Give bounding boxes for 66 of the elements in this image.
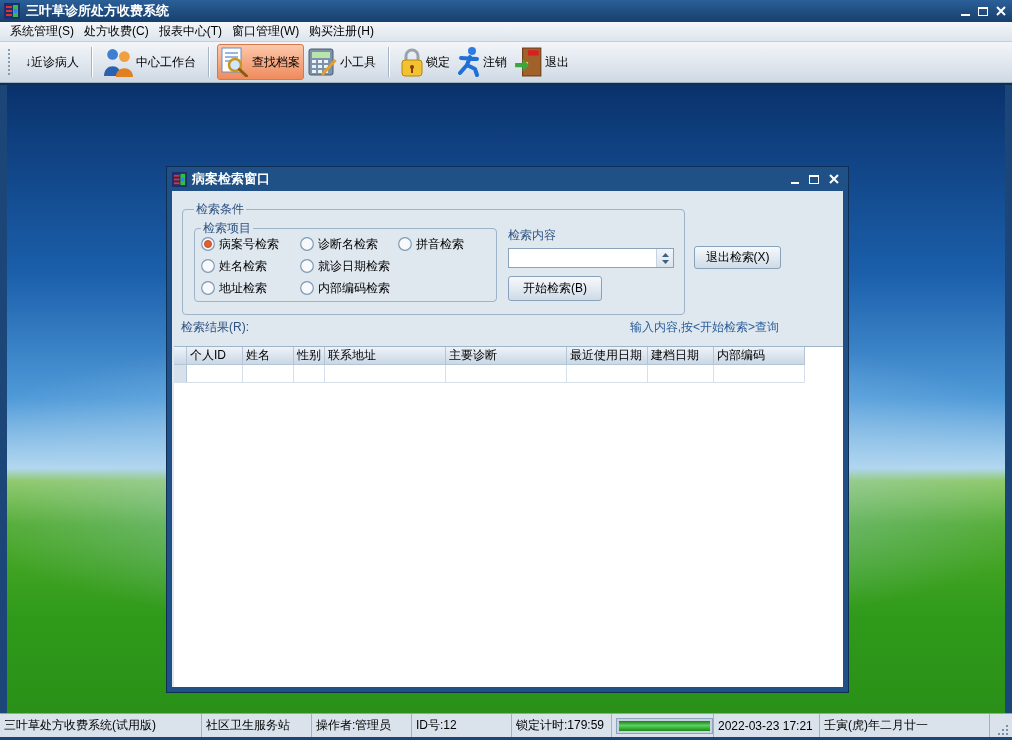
radio-option[interactable]: 姓名检索 — [201, 259, 300, 273]
column-header[interactable]: 姓名 — [243, 347, 294, 364]
exit-search-button[interactable]: 退出检索(X) — [694, 246, 781, 269]
minimize-icon — [791, 181, 799, 184]
maximize-icon — [978, 6, 988, 16]
menu-item[interactable]: 报表中心(T) — [153, 22, 227, 41]
close-button[interactable] — [829, 174, 839, 184]
calculator-icon — [308, 47, 337, 77]
status-text: 2022-03-23 17:21 — [718, 718, 813, 733]
window-title: 三叶草诊所处方收费系统 — [26, 2, 169, 20]
results-label: 检索结果(R): — [181, 320, 249, 334]
resize-grip-icon[interactable] — [998, 724, 1008, 735]
app-logo-icon — [172, 171, 187, 187]
maximize-icon — [809, 174, 819, 184]
radio-option[interactable]: 拼音检索 — [398, 237, 496, 251]
menu-item[interactable]: 系统管理(S) — [5, 22, 79, 41]
menu-item[interactable]: 窗口管理(W) — [227, 22, 305, 41]
status-text: 操作者:管理员 — [316, 717, 392, 734]
toolbar-button[interactable]: 锁定 — [397, 44, 454, 80]
search-content-field[interactable] — [508, 248, 674, 268]
status-text: 壬寅(虎)年二月廿一 — [824, 717, 928, 734]
column-header[interactable]: 内部编码 — [714, 347, 805, 364]
minimize-icon — [961, 13, 970, 16]
radio-option[interactable]: 就诊日期检索 — [300, 259, 398, 273]
column-header[interactable]: 个人ID — [187, 347, 243, 364]
toolbar-button[interactable]: 查找档案 — [217, 44, 304, 80]
close-icon — [829, 174, 839, 184]
maximize-button[interactable] — [809, 174, 819, 184]
app-logo-icon — [4, 3, 20, 19]
start-search-button[interactable]: 开始检索(B) — [508, 276, 602, 301]
menu-item[interactable]: 购买注册(H) — [304, 22, 379, 41]
group-label: 检索条件 — [195, 202, 245, 216]
close-button[interactable] — [996, 6, 1006, 16]
document-search-icon — [221, 47, 249, 77]
status-text: 三叶草处方收费系统(试用版) — [4, 717, 156, 734]
radio-option[interactable]: 地址检索 — [201, 281, 300, 295]
menu-item[interactable]: 处方收费(C) — [79, 22, 154, 41]
dialog-title: 病案检索窗口 — [192, 170, 270, 188]
group-label: 检索项目 — [202, 221, 252, 235]
close-icon — [996, 6, 1006, 16]
up-down-arrows-icon — [661, 252, 669, 264]
column-header[interactable]: 建档日期 — [648, 347, 714, 364]
status-text: 社区卫生服务站 — [206, 717, 290, 734]
hint-text: 输入内容,按<开始检索>查询 — [629, 320, 779, 334]
search-content-label: 检索内容 — [508, 228, 556, 242]
toolbar-button[interactable]: ↓近诊病人 — [21, 44, 83, 80]
toolbar-button[interactable]: 中心工作台 — [100, 44, 200, 80]
maximize-button[interactable] — [978, 6, 988, 16]
people-icon — [104, 47, 133, 77]
column-header[interactable]: 性别 — [294, 347, 325, 364]
padlock-icon — [401, 47, 423, 77]
status-text: ID号:12 — [416, 717, 457, 734]
toolbar-button[interactable]: 退出 — [511, 44, 573, 80]
column-header[interactable]: 最近使用日期 — [567, 347, 648, 364]
column-header[interactable]: 联系地址 — [325, 347, 446, 364]
running-person-icon — [458, 47, 480, 77]
spin-button[interactable] — [656, 249, 673, 267]
toolbar-button[interactable]: 小工具 — [304, 44, 380, 80]
radio-option[interactable]: 病案号检索 — [201, 237, 300, 251]
radio-option[interactable]: 诊断名检索 — [300, 237, 398, 251]
radio-option[interactable]: 内部编码检索 — [300, 281, 398, 295]
column-header[interactable]: 主要诊断 — [446, 347, 567, 364]
exit-door-icon — [515, 47, 542, 77]
toolbar-button[interactable]: 注销 — [454, 44, 511, 80]
grip-handle[interactable] — [8, 49, 10, 75]
status-text: 锁定计时:179:59 — [516, 717, 605, 734]
